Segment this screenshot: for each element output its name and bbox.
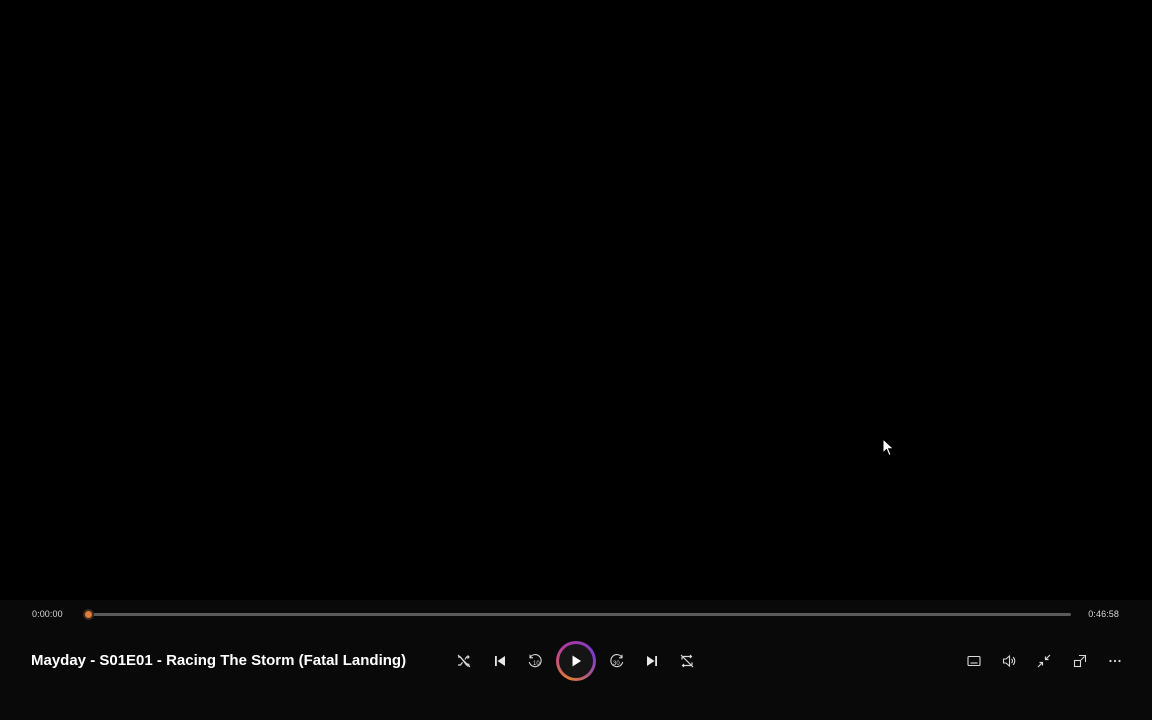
media-player: 0:00:00 0:46:58 Mayday - S01E01 - Racing… [0,0,1152,720]
more-options-button[interactable] [1101,647,1129,675]
captions-icon [967,655,981,667]
rewind-10-button[interactable]: 10 [521,647,549,675]
total-time: 0:46:58 [1088,609,1119,619]
exit-fullscreen-button[interactable] [1030,647,1058,675]
skip-previous-icon [495,656,505,666]
exit-fullscreen-icon [1037,654,1051,668]
video-area[interactable] [0,0,1152,600]
shuffle-off-icon [457,654,471,668]
forward-30-icon: 30 [610,654,624,668]
mouse-cursor-icon [882,438,895,457]
mini-player-button[interactable] [1066,647,1094,675]
shuffle-button[interactable] [450,647,478,675]
volume-icon [1002,654,1016,668]
transport-bar: 0:00:00 0:46:58 Mayday - S01E01 - Racing… [0,600,1152,720]
forward-30-button[interactable]: 30 [603,647,631,675]
media-title: Mayday - S01E01 - Racing The Storm (Fata… [31,652,407,669]
seek-bar-thumb[interactable] [83,609,94,620]
play-button[interactable] [556,641,596,681]
seek-bar[interactable] [83,609,1071,620]
volume-button[interactable] [995,647,1023,675]
play-icon [572,655,581,667]
captions-button[interactable] [960,647,988,675]
more-icon [1109,659,1121,663]
play-button-face [559,644,593,678]
next-button[interactable] [638,647,666,675]
previous-button[interactable] [486,647,514,675]
current-time: 0:00:00 [32,609,63,619]
repeat-button[interactable] [673,647,701,675]
skip-next-icon [647,656,657,666]
mini-player-icon [1073,654,1087,668]
rewind-10-icon: 10 [528,654,542,668]
repeat-off-icon [680,654,694,668]
svg-text:10: 10 [533,661,540,667]
svg-text:30: 30 [613,661,620,667]
